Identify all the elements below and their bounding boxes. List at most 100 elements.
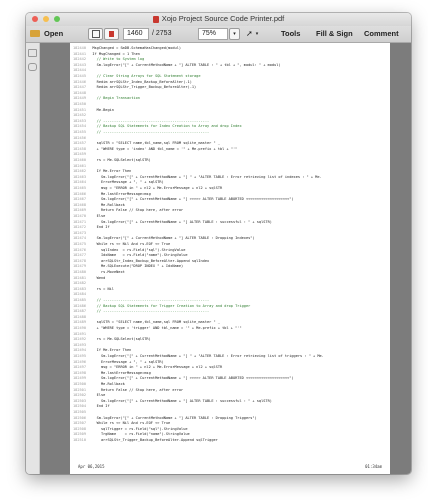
- zoom-select[interactable]: 75%: [198, 27, 228, 40]
- title-bar: Xojo Project Source Code Printer.pdf: [26, 13, 411, 26]
- line-number: 182510: [73, 438, 86, 442]
- line-number: 182450: [73, 102, 86, 106]
- chevron-down-icon: ▾: [255, 30, 259, 37]
- line-number: 182497: [73, 365, 86, 370]
- code-line: rs = Me.SQLSelect(sqlSTR): [88, 337, 151, 342]
- line-number: 182473: [73, 230, 86, 235]
- folder-icon: [30, 30, 40, 37]
- line-number: 182489: [73, 320, 86, 325]
- code-line: sqlIndex = rs.Field("sql").StringValue: [88, 247, 186, 252]
- attachments-icon[interactable]: [28, 63, 37, 71]
- select-tool-button[interactable]: ➚ ▾: [246, 28, 258, 39]
- line-number: 182490: [73, 326, 86, 330]
- open-button[interactable]: Open: [30, 28, 63, 39]
- code-line: Me.Rollback: [88, 382, 125, 386]
- line-number: 182457: [73, 141, 86, 146]
- line-number: 182483: [73, 286, 86, 291]
- code-line: While rs <> Nil And rs.EOF <> True: [88, 242, 171, 246]
- code-line: Sm.logError("[" + CurrentMethodName + "]…: [88, 219, 272, 224]
- page-thumbnails-icon[interactable]: [28, 49, 37, 57]
- line-number: 182504: [73, 404, 86, 409]
- code-comment-line: // -------------------------------------…: [88, 118, 210, 123]
- page-number-input[interactable]: 1460: [123, 27, 149, 40]
- line-number: 182501: [73, 387, 86, 392]
- fill-sign-button[interactable]: Fill & Sign: [316, 28, 353, 39]
- code-line: msg = "ERROR in " + nl2 + Me.ErrorMessag…: [88, 365, 223, 370]
- line-number: 182469: [73, 208, 86, 213]
- line-number: 182458: [73, 146, 86, 151]
- code-line: ErrorMessage + ", " + sqlSTR): [88, 180, 164, 185]
- code-comment-line: // Clear String Arrays for SQL Statement…: [88, 74, 201, 78]
- code-line: If MsgChanged = 1 Then: [88, 51, 140, 56]
- code-comment-line: // Backup SQL Statements for Index Creat…: [88, 124, 242, 129]
- cursor-icon: ➚: [246, 29, 253, 38]
- code-line: sqlSTR = "SELECT name,tbl_name,sql FROM …: [88, 141, 220, 146]
- code-line: If Me.Error Then: [88, 169, 132, 174]
- comment-button[interactable]: Comment: [364, 28, 399, 39]
- line-number: 182486: [73, 303, 86, 308]
- document-view[interactable]: Apr 06,2015 01:34am 182440 MsgChanged = …: [40, 43, 411, 474]
- line-number: 182507: [73, 421, 86, 426]
- code-line: MsgChanged = SmDB.SchemaHasChanged(modul…: [88, 46, 182, 50]
- code-line: Sm.logError("[" + CurrentMethodName + "]…: [88, 398, 272, 403]
- code-line: Sm.logError("[" + CurrentMethodName + "]…: [88, 376, 294, 381]
- fill-sign-label: Fill & Sign: [316, 29, 353, 38]
- code-comment-line: // Backup SQL Statements for Trigger Cre…: [88, 303, 251, 308]
- code-line: Redim arrSQLStr_Index_Backup_BeforeAlter…: [88, 79, 192, 84]
- code-comment-line: // -------------------------------------…: [88, 298, 210, 302]
- code-line: rs = Nil: [88, 286, 114, 291]
- line-number: 182464: [73, 180, 86, 185]
- line-number: 182502: [73, 393, 86, 398]
- code-line: ErrorMessage + ", " + sqlSTR): [88, 359, 164, 364]
- page-footer-date: Apr 06,2015: [78, 464, 105, 469]
- line-number: 182509: [73, 432, 86, 437]
- line-number: 182492: [73, 337, 86, 342]
- line-number: 182441: [73, 51, 86, 56]
- comment-label: Comment: [364, 29, 399, 38]
- line-number: 182494: [73, 348, 86, 353]
- line-number: 182456: [73, 135, 86, 140]
- tools-button[interactable]: Tools: [281, 28, 300, 39]
- code-line: Sm.logError("[" + CurrentMethodName + "]…: [88, 354, 324, 358]
- code-line: Sm.logError("[" + CurrentMethodName + "]…: [88, 197, 294, 202]
- line-number: 182477: [73, 253, 86, 258]
- line-number: 182451: [73, 107, 86, 112]
- line-number: 182475: [73, 242, 86, 246]
- line-number: 182471: [73, 219, 86, 224]
- line-number: 182493: [73, 342, 86, 347]
- code-line: Else: [88, 393, 106, 398]
- window-title: Xojo Project Source Code Printer.pdf: [161, 14, 285, 23]
- code-comment-line: // -------------------------------------…: [88, 130, 210, 134]
- line-number: 182499: [73, 376, 86, 381]
- line-number: 182498: [73, 370, 86, 375]
- code-line: Sm.logError("[" + CurrentMethodName + "]…: [88, 174, 322, 179]
- line-number: 182505: [73, 410, 86, 414]
- line-number: 182445: [73, 74, 86, 78]
- code-line: Return False // Stop here, after error: [88, 208, 184, 213]
- code-line: rs.MoveNext: [88, 270, 125, 274]
- code-line: Sm.logError("[" + CurrentMethodName + "]…: [88, 236, 255, 241]
- chevron-down-icon[interactable]: ▾: [229, 27, 240, 40]
- pdf-file-icon: [152, 15, 159, 23]
- line-number: 182463: [73, 174, 86, 179]
- page-total: / 2753: [152, 30, 172, 37]
- line-number: 182454: [73, 124, 86, 129]
- code-line: Wend: [88, 275, 106, 280]
- code-line: While rs <> Nil And rs.EOF <> True: [88, 421, 171, 426]
- line-number: 182459: [73, 152, 86, 157]
- pdf-page: Apr 06,2015 01:34am 182440 MsgChanged = …: [70, 43, 390, 474]
- line-number: 182506: [73, 415, 86, 420]
- export-pdf-icon[interactable]: [104, 27, 119, 40]
- line-number: 182500: [73, 382, 86, 386]
- line-number: 182476: [73, 247, 86, 252]
- code-line: arrSQLStr_Index_Backup_BeforeAlter.Appen…: [88, 258, 210, 263]
- code-line: sqlTrigger = rs.Field("sql").StringValue: [88, 426, 188, 431]
- code-line: arrSQLStr_Trigger_Backup_BeforeAlter.App…: [88, 438, 218, 442]
- line-number: 182446: [73, 79, 86, 84]
- line-number: 182496: [73, 359, 86, 364]
- line-number: 182448: [73, 90, 86, 95]
- navigation-sidebar: [26, 43, 40, 474]
- create-pdf-icon[interactable]: [88, 27, 103, 40]
- line-number: 182468: [73, 202, 86, 207]
- code-line: TrgName = rs.Field("name").StringValue: [88, 432, 190, 437]
